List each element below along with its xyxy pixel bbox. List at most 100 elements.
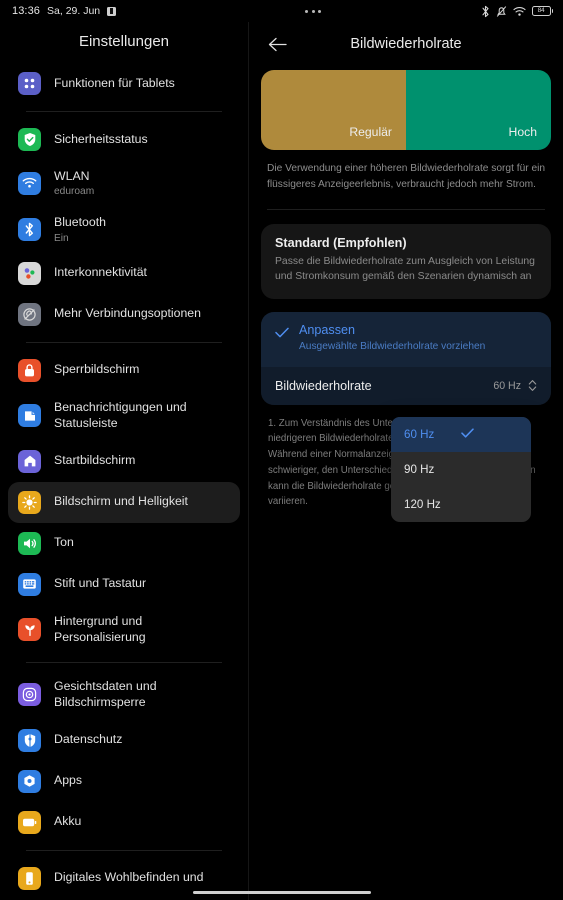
sidebar-item-label: Bluetooth	[54, 215, 106, 230]
sidebar-item-sicherheitsstatus[interactable]: Sicherheitsstatus	[8, 119, 240, 160]
sidebar-item-text: Digitales Wohlbefinden und	[54, 870, 203, 886]
banner-high-label: Hoch	[508, 125, 537, 139]
settings-sidebar[interactable]: Einstellungen Funktionen für Tablets Sich…	[0, 22, 249, 900]
option-custom-subtitle: Ausgewählte Bildwiederholrate vorziehen	[299, 340, 486, 352]
sidebar-item-funktionen-für-tablets[interactable]: Funktionen für Tablets	[8, 63, 240, 104]
interconnect-icon	[18, 261, 41, 285]
speaker-icon	[18, 531, 41, 555]
battery-icon: 84	[531, 6, 553, 16]
sidebar-item-text: Datenschutz	[54, 732, 122, 748]
battery-icon	[18, 810, 41, 834]
sidebar-item-text: Bluetooth Ein	[54, 215, 106, 243]
status-date: Sa, 29. Jun	[47, 5, 101, 17]
notifications-icon	[18, 404, 41, 428]
sidebar-item-wlan[interactable]: WLAN eduroam	[8, 160, 240, 206]
chevron-updown-icon[interactable]	[528, 379, 537, 392]
sidebar-item-bluetooth[interactable]: Bluetooth Ein	[8, 206, 240, 252]
dropdown-option-120-hz[interactable]: 120 Hz	[391, 487, 531, 522]
screenshot-icon	[107, 6, 117, 16]
dropdown-option-label: 90 Hz	[404, 463, 435, 476]
page-title: Bildwiederholrate	[350, 36, 462, 52]
sidebar-item-label: Digitales Wohlbefinden und	[54, 870, 204, 885]
sidebar-item-mehr-verbindungsoptionen[interactable]: Mehr Verbindungsoptionen	[8, 294, 240, 335]
banner-regular-label: Regulär	[349, 125, 392, 139]
content-area: Einstellungen Funktionen für Tablets Sich…	[0, 22, 563, 900]
shield-check-icon	[18, 128, 41, 151]
sidebar-item-sperrbildschirm[interactable]: Sperrbildschirm	[8, 350, 240, 391]
section-divider	[267, 208, 545, 210]
home-icon	[18, 449, 41, 473]
dropdown-option-60-hz[interactable]: 60 Hz	[391, 417, 531, 452]
sidebar-item-text: Interkonnektivität	[54, 265, 147, 281]
sidebar-item-text: WLAN eduroam	[54, 169, 94, 197]
sidebar-item-text: Hintergrund und Personalisierung	[54, 614, 230, 646]
sidebar-item-label: Benachrichtigungen und Statusleiste	[54, 399, 187, 430]
home-indicator[interactable]	[192, 890, 371, 894]
detail-header: Bildwiederholrate	[249, 22, 563, 70]
option-custom-group: Anpassen Ausgewählte Bildwiederholrate v…	[261, 311, 551, 405]
sidebar-item-apps[interactable]: Apps	[8, 761, 240, 802]
option-standard[interactable]: Standard (Empfohlen) Passe die Bildwiede…	[261, 223, 551, 299]
sidebar-divider	[26, 849, 222, 851]
sidebar-item-text: Benachrichtigungen und Statusleiste	[54, 400, 230, 432]
keyboard-icon	[18, 572, 41, 596]
detail-panel: Bildwiederholrate Regulär Hoch Die Verwe…	[249, 22, 563, 900]
back-arrow-icon[interactable]	[265, 32, 289, 56]
refresh-rate-value: 60 Hz	[493, 379, 521, 392]
refresh-rate-label: Bildwiederholrate	[275, 378, 372, 393]
sidebar-item-sublabel: Ein	[54, 232, 69, 244]
status-bar-right: 84	[481, 5, 553, 18]
sidebar-item-benachrichtigungen-und-statusleiste[interactable]: Benachrichtigungen und Statusleiste	[8, 391, 240, 441]
sidebar-item-startbildschirm[interactable]: Startbildschirm	[8, 441, 240, 482]
status-time: 13:36	[12, 5, 41, 17]
sidebar-item-ton[interactable]: Ton	[8, 523, 240, 564]
sidebar-item-stift-und-tastatur[interactable]: Stift und Tastatur	[8, 564, 240, 605]
wifi-icon	[512, 6, 526, 17]
apps-icon	[18, 769, 41, 793]
lock-icon	[18, 358, 41, 382]
option-standard-title: Standard (Empfohlen)	[275, 235, 407, 250]
sidebar-item-text: Mehr Verbindungsoptionen	[54, 306, 201, 322]
sidebar-item-label: Sicherheitsstatus	[54, 131, 148, 146]
check-icon	[461, 428, 518, 441]
sidebar-title: Einstellungen	[78, 33, 170, 50]
sidebar-item-text: Stift und Tastatur	[54, 576, 146, 592]
sidebar-item-datenschutz[interactable]: Datenschutz	[8, 720, 240, 761]
sidebar-item-gesichtsdaten-und-bildschirmsperre[interactable]: Gesichtsdaten und Bildschirmsperre	[8, 670, 240, 720]
option-custom-title: Anpassen	[299, 322, 356, 337]
option-custom-text: Anpassen Ausgewählte Bildwiederholrate v…	[299, 323, 485, 355]
sidebar-item-text: Startbildschirm	[54, 453, 135, 469]
dropdown-option-90-hz[interactable]: 90 Hz	[391, 452, 531, 487]
sidebar-item-text: Akku	[54, 814, 81, 830]
privacy-icon	[18, 728, 41, 752]
sidebar-item-label: WLAN	[54, 169, 90, 183]
option-custom[interactable]: Anpassen Ausgewählte Bildwiederholrate v…	[261, 311, 551, 367]
sidebar-item-text: Bildschirm und Helligkeit	[54, 494, 188, 510]
status-bar: 13:36 Sa, 29. Jun 84	[0, 0, 563, 22]
banner-high-half: Hoch	[406, 70, 551, 150]
bluetooth-icon	[481, 5, 490, 18]
sidebar-item-text: Sicherheitsstatus	[54, 132, 148, 148]
wifi-icon	[18, 171, 41, 195]
refresh-rate-dropdown[interactable]: 60 Hz 90 Hz 120 Hz	[391, 417, 531, 522]
banner-regular-half: Regulär	[261, 70, 406, 150]
sidebar-list[interactable]: Funktionen für Tablets Sicherheitsstatus W…	[0, 63, 248, 899]
sidebar-item-interkonnektivität[interactable]: Interkonnektivität	[8, 253, 240, 294]
wellbeing-icon	[18, 866, 41, 890]
sidebar-item-bildschirm-und-helligkeit[interactable]: Bildschirm und Helligkeit	[8, 481, 240, 523]
sidebar-item-text: Sperrbildschirm	[54, 362, 139, 378]
status-bar-left: 13:36 Sa, 29. Jun	[12, 5, 117, 17]
sidebar-item-akku[interactable]: Akku	[8, 802, 240, 843]
sidebar-divider	[26, 111, 222, 112]
sidebar-item-text: Funktionen für Tablets	[54, 76, 175, 92]
sidebar-item-label: Startbildschirm	[54, 453, 136, 468]
sidebar-divider	[26, 341, 222, 343]
sidebar-divider	[26, 661, 222, 663]
sidebar-item-hintergrund-und-personalisierung[interactable]: Hintergrund und Personalisierung	[8, 605, 240, 655]
sidebar-item-label: Interkonnektivität	[54, 265, 147, 280]
refresh-rate-row[interactable]: Bildwiederholrate 60 Hz	[261, 366, 551, 405]
sidebar-item-label: Stift und Tastatur	[54, 576, 147, 591]
sidebar-item-text: Ton	[54, 535, 74, 551]
battery-level: 84	[537, 6, 545, 14]
sidebar-item-label: Datenschutz	[54, 732, 123, 747]
